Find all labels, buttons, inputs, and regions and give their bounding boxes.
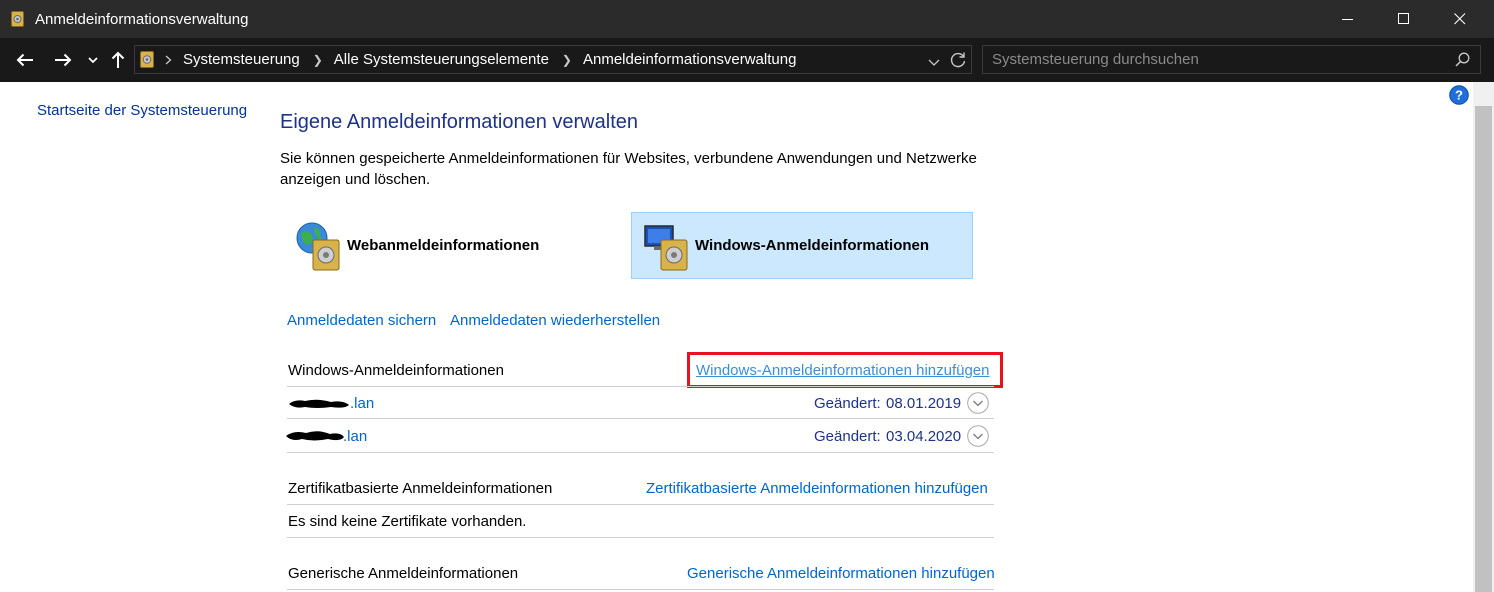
windows-credentials-section-title: Windows-Anmeldeinformationen — [288, 362, 504, 379]
arrow-right-icon — [55, 53, 72, 67]
search-box — [982, 45, 1481, 74]
forward-button[interactable] — [48, 38, 78, 82]
up-button[interactable] — [106, 38, 130, 82]
credential-name[interactable]: .lan — [343, 428, 367, 445]
add-generic-credential-link[interactable]: Generische Anmeldeinformationen hinzufüg… — [687, 565, 995, 582]
page-title: Eigene Anmeldeinformationen verwalten — [280, 111, 638, 133]
breadcrumb: Systemsteuerung ❯ Alle Systemsteuerungse… — [183, 46, 796, 73]
no-certificates-text: Es sind keine Zertifikate vorhanden. — [288, 513, 527, 530]
breadcrumb-item-anmeldeinformationsverwaltung[interactable]: Anmeldeinformationsverwaltung — [583, 51, 796, 68]
backup-credentials-link[interactable]: Anmeldedaten sichern — [287, 312, 436, 329]
maximize-icon — [1398, 13, 1409, 24]
web-credentials-icon — [296, 222, 340, 270]
web-credentials-label: Webanmeldeinformationen — [347, 237, 540, 254]
chevron-right-icon[interactable]: ❯ — [313, 53, 323, 67]
breadcrumb-item-alle-elemente[interactable]: Alle Systemsteuerungselemente — [334, 51, 549, 68]
close-button[interactable] — [1432, 0, 1488, 38]
page-description: Sie können gespeicherte Anmeldeinformati… — [280, 150, 977, 188]
breadcrumb-item-systemsteuerung[interactable]: Systemsteuerung — [183, 51, 300, 68]
address-history-button[interactable] — [928, 54, 940, 72]
divider — [287, 589, 994, 590]
certificate-credentials-section-title: Zertifikatbasierte Anmeldeinformationen — [288, 480, 553, 497]
minimize-button[interactable] — [1320, 0, 1376, 38]
redaction-mark — [289, 399, 349, 408]
refresh-button[interactable] — [949, 51, 967, 74]
credential-name[interactable]: .lan — [350, 395, 374, 412]
windows-credentials-icon — [644, 224, 688, 270]
vertical-scrollbar[interactable] — [1473, 82, 1494, 592]
credential-vault-icon — [140, 51, 154, 68]
svg-text:?: ? — [1455, 88, 1463, 103]
windows-credentials-label: Windows-Anmeldeinformationen — [695, 237, 930, 254]
divider — [287, 418, 994, 419]
divider — [287, 537, 994, 538]
arrow-left-icon — [16, 53, 33, 67]
refresh-icon — [950, 52, 966, 68]
minimize-icon — [1342, 19, 1353, 20]
restore-credentials-link[interactable]: Anmeldedaten wiederherstellen — [450, 312, 660, 329]
highlight-box — [687, 352, 1003, 388]
chevron-down-icon — [88, 57, 98, 64]
search-icon[interactable] — [1455, 52, 1470, 67]
scrollbar-thumb[interactable] — [1475, 106, 1492, 592]
control-panel-home-link[interactable]: Startseite der Systemsteuerung — [37, 102, 247, 119]
chevron-down-icon — [928, 59, 940, 66]
address-bar[interactable]: Systemsteuerung ❯ Alle Systemsteuerungse… — [134, 45, 972, 74]
redaction-mark — [286, 431, 344, 441]
maximize-button[interactable] — [1376, 0, 1432, 38]
divider — [287, 504, 994, 505]
close-icon — [1454, 13, 1466, 25]
window-title: Anmeldeinformationsverwaltung — [35, 11, 249, 28]
credential-row[interactable]: .lan Geändert: 03.04.2020 — [286, 420, 994, 451]
changed-date: 03.04.2020 — [886, 428, 962, 445]
chevron-down-icon[interactable] — [967, 392, 989, 414]
recent-locations-button[interactable] — [85, 38, 101, 82]
credential-vault-icon — [11, 11, 24, 27]
changed-date: 08.01.2019 — [886, 395, 962, 412]
chevron-right-icon[interactable]: ❯ — [562, 53, 572, 67]
search-input[interactable] — [983, 46, 1461, 73]
windows-credentials-tile[interactable]: Windows-Anmeldeinformationen — [631, 212, 973, 279]
changed-label: Geändert: — [814, 428, 881, 445]
add-certificate-credential-link[interactable]: Zertifikatbasierte Anmeldeinformationen … — [646, 480, 988, 497]
credential-row[interactable]: .lan Geändert: 08.01.2019 — [287, 387, 994, 418]
chevron-down-icon[interactable] — [967, 425, 989, 447]
generic-credentials-section-title: Generische Anmeldeinformationen — [288, 565, 519, 582]
divider — [287, 452, 994, 453]
back-button[interactable] — [10, 38, 40, 82]
changed-label: Geändert: — [814, 395, 881, 412]
arrow-up-icon — [111, 51, 125, 68]
help-icon[interactable]: ? — [1449, 85, 1469, 105]
chevron-right-icon[interactable] — [165, 55, 172, 65]
title-bar: Anmeldeinformationsverwaltung — [0, 0, 1494, 38]
web-credentials-tile[interactable]: Webanmeldeinformationen — [287, 212, 587, 279]
